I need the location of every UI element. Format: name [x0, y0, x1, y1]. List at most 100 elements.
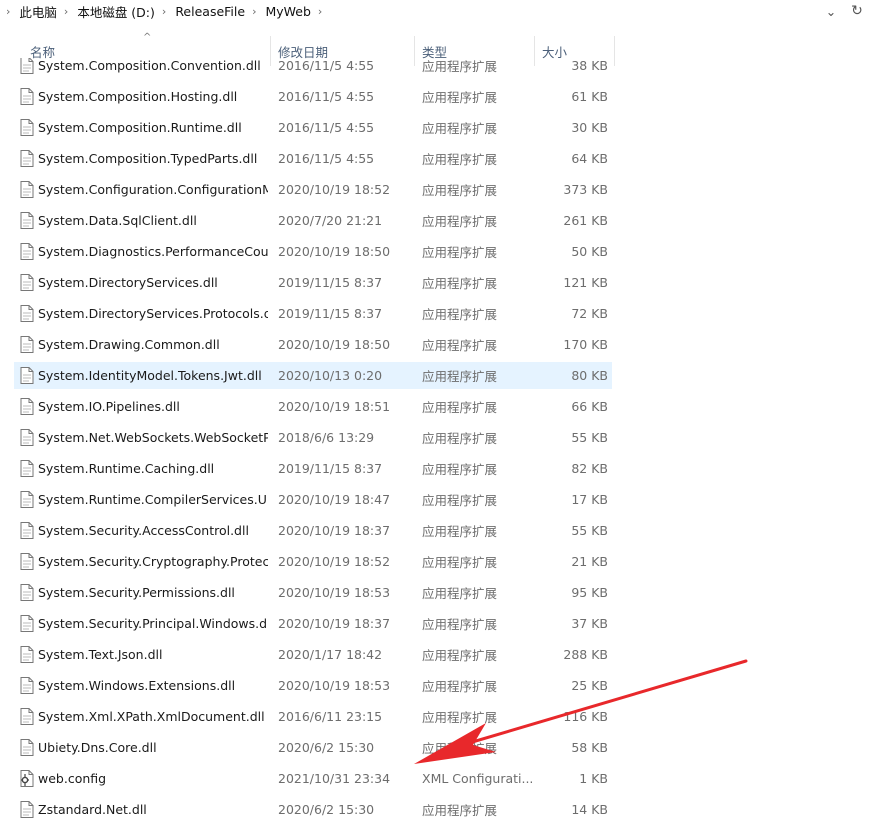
- file-name: web.config: [38, 771, 107, 786]
- breadcrumb-local-disk[interactable]: 本地磁盘 (D:): [77, 2, 155, 21]
- file-row[interactable]: System.Security.Permissions.dll 2020/10/1…: [14, 579, 612, 606]
- file-row[interactable]: System.Composition.Runtime.dll 2016/11/5 …: [14, 114, 612, 141]
- chevron-right-icon[interactable]: ›: [318, 5, 322, 18]
- file-size: 82 KB: [571, 461, 608, 476]
- file-type: 应用程序扩展: [422, 462, 498, 477]
- file-name: System.Runtime.Caching.dll: [38, 461, 215, 476]
- file-date: 2016/11/5 4:55: [278, 58, 375, 73]
- file-row[interactable]: System.Text.Json.dll 2020/1/17 18:42 应用程序扩…: [14, 641, 612, 668]
- file-name: System.Data.SqlClient.dll: [38, 213, 197, 228]
- file-type: 应用程序扩展: [422, 400, 498, 415]
- file-icon: [20, 305, 34, 322]
- file-date: 2020/10/19 18:47: [278, 492, 391, 507]
- file-icon: [20, 615, 34, 632]
- file-row[interactable]: System.Runtime.Caching.dll 2019/11/15 8:3…: [14, 455, 612, 482]
- file-name: System.Runtime.CompilerServices.Un...: [38, 492, 268, 507]
- refresh-icon[interactable]: ↻: [844, 3, 870, 19]
- file-size: 14 KB: [571, 802, 608, 817]
- file-row[interactable]: Ubiety.Dns.Core.dll 2020/6/2 15:30 应用程序扩展 5…: [14, 734, 612, 761]
- file-date: 2020/7/20 21:21: [278, 213, 383, 228]
- file-icon: [20, 243, 34, 260]
- file-name: System.DirectoryServices.dll: [38, 275, 218, 290]
- file-date: 2016/6/11 23:15: [278, 709, 383, 724]
- file-name: System.IdentityModel.Tokens.Jwt.dll: [38, 368, 262, 383]
- file-row[interactable]: System.Composition.TypedParts.dll 2016/11…: [14, 145, 612, 172]
- file-icon: [20, 491, 34, 508]
- file-date: 2020/10/19 18:52: [278, 182, 391, 197]
- file-date: 2016/11/5 4:55: [278, 151, 375, 166]
- file-size: 80 KB: [571, 368, 608, 383]
- file-icon: [20, 150, 34, 167]
- file-icon: [20, 584, 34, 601]
- chevron-right-icon[interactable]: ›: [252, 5, 256, 18]
- file-type: 应用程序扩展: [422, 803, 498, 818]
- file-size: 121 KB: [563, 275, 608, 290]
- file-size: 21 KB: [571, 554, 608, 569]
- file-row[interactable]: System.Security.Cryptography.Protect... 2…: [14, 548, 612, 575]
- file-name: System.Composition.Convention.dll: [38, 58, 261, 73]
- file-name: System.Security.AccessControl.dll: [38, 523, 249, 538]
- file-size: 38 KB: [571, 58, 608, 73]
- file-name: System.DirectoryServices.Protocols.dll: [38, 306, 268, 321]
- file-row[interactable]: System.Security.Principal.Windows.dll 202…: [14, 610, 612, 637]
- file-row[interactable]: System.Security.AccessControl.dll 2020/10…: [14, 517, 612, 544]
- file-row[interactable]: web.config 2021/10/31 23:34 XML Configurat…: [14, 765, 612, 792]
- file-row[interactable]: System.Configuration.ConfigurationM... 20…: [14, 176, 612, 203]
- file-icon: [20, 367, 34, 384]
- file-row[interactable]: System.Composition.Convention.dll 2016/11…: [14, 58, 612, 79]
- file-icon: [20, 274, 34, 291]
- chevron-down-icon[interactable]: ⌄: [818, 4, 844, 19]
- file-type: 应用程序扩展: [422, 59, 498, 74]
- file-type: 应用程序扩展: [422, 214, 498, 229]
- breadcrumb-this-pc[interactable]: 此电脑: [19, 2, 57, 21]
- file-icon: [20, 460, 34, 477]
- chevron-right-icon[interactable]: ›: [162, 5, 166, 18]
- file-size: 64 KB: [571, 151, 608, 166]
- file-name: System.Security.Permissions.dll: [38, 585, 235, 600]
- file-type: 应用程序扩展: [422, 152, 498, 167]
- file-icon: [20, 429, 34, 446]
- file-size: 17 KB: [571, 492, 608, 507]
- file-date: 2019/11/15 8:37: [278, 275, 383, 290]
- file-size: 55 KB: [571, 523, 608, 538]
- file-icon: [20, 88, 34, 105]
- file-row[interactable]: System.Runtime.CompilerServices.Un... 202…: [14, 486, 612, 513]
- file-row[interactable]: System.DirectoryServices.dll 2019/11/15 8…: [14, 269, 612, 296]
- file-list[interactable]: System.Composition.Convention.dll 2016/11…: [0, 58, 870, 822]
- file-row[interactable]: System.Windows.Extensions.dll 2020/10/19 …: [14, 672, 612, 699]
- file-type: XML Configurati...: [422, 771, 534, 786]
- file-icon: [20, 212, 34, 229]
- address-bar[interactable]: › 此电脑 › 本地磁盘 (D:) › ReleaseFile › MyWeb …: [0, 0, 870, 22]
- file-name: System.Windows.Extensions.dll: [38, 678, 236, 693]
- file-row[interactable]: System.Net.WebSockets.WebSocketP... 2018/…: [14, 424, 612, 451]
- file-row[interactable]: System.DirectoryServices.Protocols.dll 20…: [14, 300, 612, 327]
- file-icon: [20, 553, 34, 570]
- chevron-right-icon[interactable]: ›: [64, 5, 68, 18]
- breadcrumb-releasefile[interactable]: ReleaseFile: [175, 4, 245, 19]
- file-name: Ubiety.Dns.Core.dll: [38, 740, 157, 755]
- file-date: 2019/11/15 8:37: [278, 306, 383, 321]
- file-type: 应用程序扩展: [422, 431, 498, 446]
- file-row[interactable]: Zstandard.Net.dll 2020/6/2 15:30 应用程序扩展 14 …: [14, 796, 612, 822]
- file-size: 66 KB: [571, 399, 608, 414]
- chevron-right-icon[interactable]: ›: [6, 5, 10, 18]
- file-row[interactable]: System.Composition.Hosting.dll 2016/11/5 …: [14, 83, 612, 110]
- file-row[interactable]: System.IdentityModel.Tokens.Jwt.dll 2020/…: [14, 362, 612, 389]
- file-row[interactable]: System.Xml.XPath.XmlDocument.dll 2016/6/1…: [14, 703, 612, 730]
- file-type: 应用程序扩展: [422, 679, 498, 694]
- file-type: 应用程序扩展: [422, 524, 498, 539]
- file-date: 2019/11/15 8:37: [278, 461, 383, 476]
- file-date: 2020/1/17 18:42: [278, 647, 383, 662]
- file-type: 应用程序扩展: [422, 90, 498, 105]
- file-name: System.Composition.Hosting.dll: [38, 89, 238, 104]
- file-row[interactable]: System.Drawing.Common.dll 2020/10/19 18:5…: [14, 331, 612, 358]
- file-row[interactable]: System.IO.Pipelines.dll 2020/10/19 18:51 应…: [14, 393, 612, 420]
- file-name: System.Configuration.ConfigurationM...: [38, 182, 268, 197]
- file-row[interactable]: System.Diagnostics.PerformanceCou... 2020…: [14, 238, 612, 265]
- file-name: Zstandard.Net.dll: [38, 802, 147, 817]
- file-type: 应用程序扩展: [422, 493, 498, 508]
- file-date: 2020/10/19 18:50: [278, 244, 391, 259]
- file-row[interactable]: System.Data.SqlClient.dll 2020/7/20 21:21…: [14, 207, 612, 234]
- file-date: 2020/10/19 18:53: [278, 585, 391, 600]
- breadcrumb-myweb[interactable]: MyWeb: [265, 4, 310, 19]
